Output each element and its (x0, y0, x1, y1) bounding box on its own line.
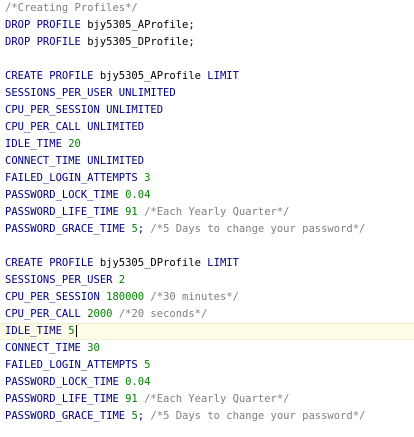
code-keyword: ; (188, 36, 195, 48)
code-keyword: PASSWORD_LOCK_TIME (5, 189, 126, 201)
code-number: 2 (118, 274, 126, 286)
code-line[interactable]: /*Creating Profiles*/ (0, 0, 414, 17)
code-line[interactable]: CPU_PER_SESSION UNLIMITED (0, 102, 414, 119)
code-comment: /*5 Days to change your password*/ (150, 223, 366, 235)
code-line[interactable]: PASSWORD_LIFE_TIME 91 /*Each Yearly Quar… (0, 391, 414, 408)
code-line[interactable]: FAILED_LOGIN_ATTEMPTS 5 (0, 357, 414, 374)
code-keyword: SESSIONS_PER_USER (5, 274, 119, 286)
code-number: 3 (144, 172, 151, 184)
code-keyword: CREATE PROFILE (5, 70, 100, 82)
code-line[interactable]: DROP PROFILE bjy5305_AProfile; (0, 17, 414, 34)
code-keyword: IDLE_TIME (5, 325, 69, 337)
code-keyword: CPU_PER_CALL UNLIMITED (5, 121, 145, 133)
code-keyword: CONNECT_TIME UNLIMITED (5, 155, 145, 167)
code-number: 180000 (106, 291, 145, 303)
code-keyword: PASSWORD_GRACE_TIME (5, 223, 132, 235)
code-keyword: SESSIONS_PER_USER UNLIMITED (5, 87, 176, 99)
code-number: 91 (125, 393, 138, 405)
code-identifier: bjy5305_AProfile (99, 70, 201, 82)
code-line[interactable]: CREATE PROFILE bjy5305_DProfile LIMIT (0, 255, 414, 272)
code-keyword: ; (137, 410, 151, 422)
code-identifier: bjy5305_DProfile (87, 36, 189, 48)
code-line[interactable]: PASSWORD_LOCK_TIME 0.04 (0, 187, 414, 204)
code-keyword: ; (137, 223, 151, 235)
code-number: 5 (144, 359, 151, 371)
code-comment: /*Each Yearly Quarter*/ (144, 206, 290, 218)
code-keyword: CPU_PER_SESSION UNLIMITED (5, 104, 164, 116)
code-keyword: CONNECT_TIME (5, 342, 88, 354)
code-line[interactable]: PASSWORD_GRACE_TIME 5; /*5 Days to chang… (0, 408, 414, 425)
code-comment: /*Creating Profiles*/ (5, 2, 138, 14)
code-line[interactable]: FAILED_LOGIN_ATTEMPTS 3 (0, 170, 414, 187)
code-line[interactable]: CONNECT_TIME UNLIMITED (0, 153, 414, 170)
code-keyword: IDLE_TIME (5, 138, 69, 150)
code-keyword: PASSWORD_LIFE_TIME (5, 206, 126, 218)
code-line[interactable]: SESSIONS_PER_USER UNLIMITED (0, 85, 414, 102)
text-caret (75, 325, 77, 337)
code-keyword: DROP PROFILE (5, 36, 88, 48)
code-keyword: PASSWORD_LIFE_TIME (5, 393, 126, 405)
code-keyword: CPU_PER_SESSION (5, 291, 107, 303)
code-line[interactable]: CPU_PER_CALL UNLIMITED (0, 119, 414, 136)
code-line[interactable]: SESSIONS_PER_USER 2 (0, 272, 414, 289)
code-line[interactable]: PASSWORD_GRACE_TIME 5; /*5 Days to chang… (0, 221, 414, 238)
code-keyword: PASSWORD_GRACE_TIME (5, 410, 132, 422)
code-keyword: CPU_PER_CALL (5, 308, 88, 320)
code-line[interactable] (0, 51, 414, 68)
code-identifier: bjy5305_DProfile (99, 257, 201, 269)
code-keyword: LIMIT (200, 257, 239, 269)
code-keyword: CREATE PROFILE (5, 257, 100, 269)
code-number: 20 (68, 138, 81, 150)
code-comment: /*5 Days to change your password*/ (150, 410, 366, 422)
code-number: 5 (68, 325, 75, 337)
code-line[interactable]: IDLE_TIME 20 (0, 136, 414, 153)
code-line[interactable]: CPU_PER_SESSION 180000 /*30 minutes*/ (0, 289, 414, 306)
code-keyword: DROP PROFILE (5, 19, 88, 31)
code-identifier: bjy5305_AProfile (87, 19, 189, 31)
code-line[interactable]: CPU_PER_CALL 2000 /*20 seconds*/ (0, 306, 414, 323)
code-comment: /*Each Yearly Quarter*/ (144, 393, 290, 405)
code-keyword: LIMIT (200, 70, 239, 82)
code-keyword: ; (188, 19, 195, 31)
code-line[interactable] (0, 238, 414, 255)
code-number: 91 (125, 206, 138, 218)
code-line[interactable]: PASSWORD_LOCK_TIME 0.04 (0, 374, 414, 391)
code-line-active[interactable]: IDLE_TIME 5 (0, 323, 414, 340)
code-number: 30 (87, 342, 100, 354)
code-number: 2000 (87, 308, 113, 320)
code-line[interactable]: CREATE PROFILE bjy5305_AProfile LIMIT (0, 68, 414, 85)
code-comment: /*30 minutes*/ (150, 291, 239, 303)
code-number: 0.04 (125, 376, 151, 388)
code-number: 0.04 (125, 189, 151, 201)
code-line[interactable]: PASSWORD_LIFE_TIME 91 /*Each Yearly Quar… (0, 204, 414, 221)
sql-editor[interactable]: /*Creating Profiles*/ DROP PROFILE bjy530… (0, 0, 414, 437)
code-keyword: PASSWORD_LOCK_TIME (5, 376, 126, 388)
code-comment: /*20 seconds*/ (118, 308, 208, 320)
code-keyword: FAILED_LOGIN_ATTEMPTS (5, 172, 145, 184)
code-keyword: FAILED_LOGIN_ATTEMPTS (5, 359, 145, 371)
code-line[interactable]: DROP PROFILE bjy5305_DProfile; (0, 34, 414, 51)
code-line[interactable]: CONNECT_TIME 30 (0, 340, 414, 357)
